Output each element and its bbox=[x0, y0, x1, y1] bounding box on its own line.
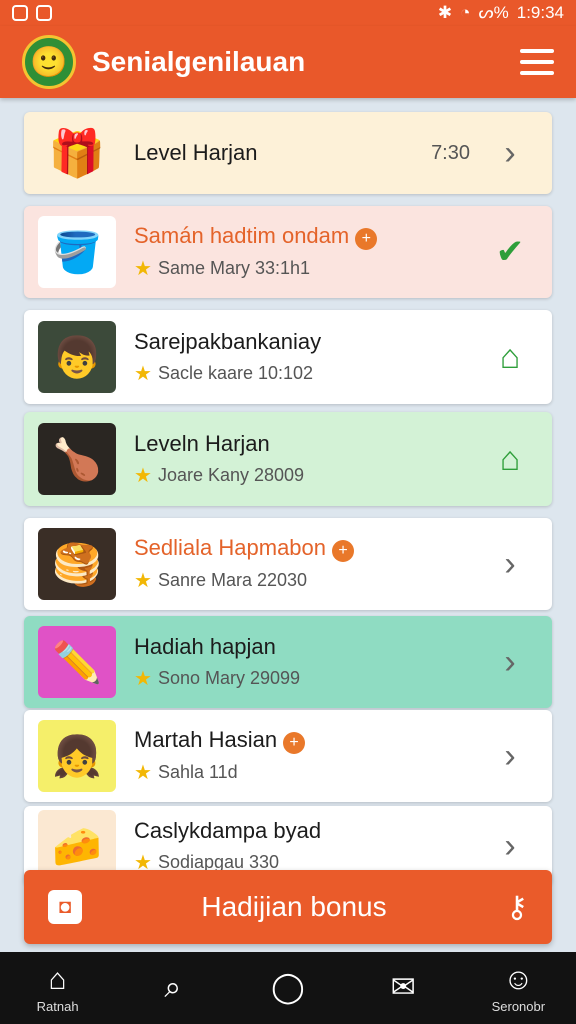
list-item[interactable]: 🪣 Samán hadtim ondam + ★ Same Mary 33:1h1 … bbox=[24, 206, 552, 298]
home-icon[interactable]: ⌂ bbox=[490, 337, 530, 377]
row-title: Hadiah hapjan bbox=[134, 633, 276, 659]
menu-icon[interactable] bbox=[520, 49, 554, 75]
list-item[interactable]: 🎁 Level Harjan 7:30 › bbox=[24, 112, 552, 194]
pencil-card-icon: ✏️ bbox=[38, 626, 116, 698]
list-item[interactable]: ✏️ Hadiah hapjan ★ Sono Mary 29099 › bbox=[24, 616, 552, 708]
nav-item-search[interactable]: ⌕ bbox=[128, 971, 218, 1005]
list-item[interactable]: 👧 Martah Hasian + ★ Sahla 11d › bbox=[24, 710, 552, 802]
chevron-right-icon[interactable]: › bbox=[490, 133, 530, 173]
list-item[interactable]: 🍗 Leveln Harjan ★ Joare Kany 28009 ⌂ bbox=[24, 412, 552, 506]
gift-box-icon: 🎁 bbox=[48, 126, 106, 179]
row-subtitle: Joare Kany 28009 bbox=[157, 464, 305, 485]
nav-item-home[interactable]: ⌂ Ratnah bbox=[13, 963, 103, 1014]
badge-icon: + bbox=[283, 732, 306, 754]
app-notification-icon bbox=[36, 5, 52, 21]
row-title: Leveln Harjan bbox=[134, 430, 270, 456]
row-subtitle: Sacle kaare 10:102 bbox=[157, 362, 314, 383]
home-icon: ⌂ bbox=[48, 962, 67, 996]
nav-label: Seronobr bbox=[491, 998, 546, 1014]
app-logo-icon: 🙂 bbox=[22, 35, 76, 89]
row-subtitle: Sanre Mara 22030 bbox=[157, 570, 308, 590]
nav-item-mail[interactable]: ✉ bbox=[358, 971, 448, 1005]
row-title: Level Harjan bbox=[134, 140, 258, 165]
pancake-food-icon: 🥞 bbox=[38, 528, 116, 600]
girl-avatar-icon: 👧 bbox=[38, 720, 116, 792]
row-title: Sedliala Hapmabon + bbox=[134, 535, 490, 562]
bucket-icon: 🪣 bbox=[38, 216, 116, 288]
chevron-right-icon[interactable]: › bbox=[490, 826, 530, 866]
battery-percent: ᔕ% bbox=[478, 3, 509, 22]
wifi-icon: ◔ bbox=[460, 3, 471, 22]
food-dish-icon: 🍗 bbox=[38, 423, 116, 495]
nav-item-center[interactable]: ◯ bbox=[243, 971, 333, 1005]
star-icon: ★ bbox=[134, 570, 152, 592]
chevron-right-icon[interactable]: › bbox=[490, 736, 530, 776]
circle-icon: ◯ bbox=[271, 971, 305, 1004]
list-item[interactable]: 👦 Sarejpakbankaniay ★ Sacle kaare 10:102 … bbox=[24, 310, 552, 404]
row-subtitle: Same Mary 33:1h1 bbox=[157, 258, 311, 278]
status-time: 1:9:34 bbox=[516, 3, 564, 22]
bonus-button[interactable]: ◘ Hadijian bonus ⚷ bbox=[24, 870, 552, 944]
row-title: Sarejpakbankaniay bbox=[134, 328, 322, 354]
chevron-right-icon[interactable]: › bbox=[490, 544, 530, 584]
nav-label: Ratnah bbox=[36, 998, 79, 1014]
key-icon[interactable]: ⚷ bbox=[506, 890, 528, 925]
row-title: Martah Hasian + bbox=[134, 727, 490, 754]
nav-item-profile[interactable]: ☺ Seronobr bbox=[473, 963, 563, 1014]
badge-icon: + bbox=[332, 540, 355, 562]
star-icon: ★ bbox=[134, 762, 152, 784]
status-bar: ✱ ◔ ᔕ% 1:9:34 bbox=[0, 0, 576, 26]
bonus-label: Hadijian bonus bbox=[201, 891, 387, 922]
app-header: 🙂 Senialgenilauan bbox=[0, 26, 576, 98]
bluetooth-icon: ✱ bbox=[437, 3, 453, 22]
row-subtitle: Sahla 11d bbox=[157, 762, 238, 782]
list-item[interactable]: 🥞 Sedliala Hapmabon + ★ Sanre Mara 22030 › bbox=[24, 518, 552, 610]
bottom-nav: ⌂ Ratnah ⌕ ◯ ✉ ☺ Seronobr bbox=[0, 952, 576, 1024]
row-subtitle: Sono Mary 29099 bbox=[157, 667, 301, 688]
star-icon: ★ bbox=[134, 464, 152, 487]
check-icon[interactable]: ✔ bbox=[490, 232, 530, 272]
star-icon: ★ bbox=[134, 258, 152, 280]
mail-icon: ✉ bbox=[390, 971, 416, 1004]
row-time: 7:30 bbox=[431, 141, 470, 164]
notification-icon bbox=[12, 5, 28, 21]
child-avatar-icon: 👦 bbox=[38, 321, 116, 393]
row-title: Caslykdampa byad bbox=[134, 817, 322, 843]
profile-icon: ☺ bbox=[503, 962, 534, 996]
home-icon[interactable]: ⌂ bbox=[490, 439, 530, 479]
chat-icon[interactable]: ◘ bbox=[48, 890, 82, 924]
star-icon: ★ bbox=[134, 667, 152, 690]
row-title: Samán hadtim ondam + bbox=[134, 223, 490, 250]
search-icon: ⌕ bbox=[164, 971, 182, 1004]
star-icon: ★ bbox=[134, 362, 152, 385]
chevron-right-icon[interactable]: › bbox=[490, 642, 530, 682]
badge-icon: + bbox=[355, 228, 378, 250]
app-title: Senialgenilauan bbox=[92, 46, 306, 77]
